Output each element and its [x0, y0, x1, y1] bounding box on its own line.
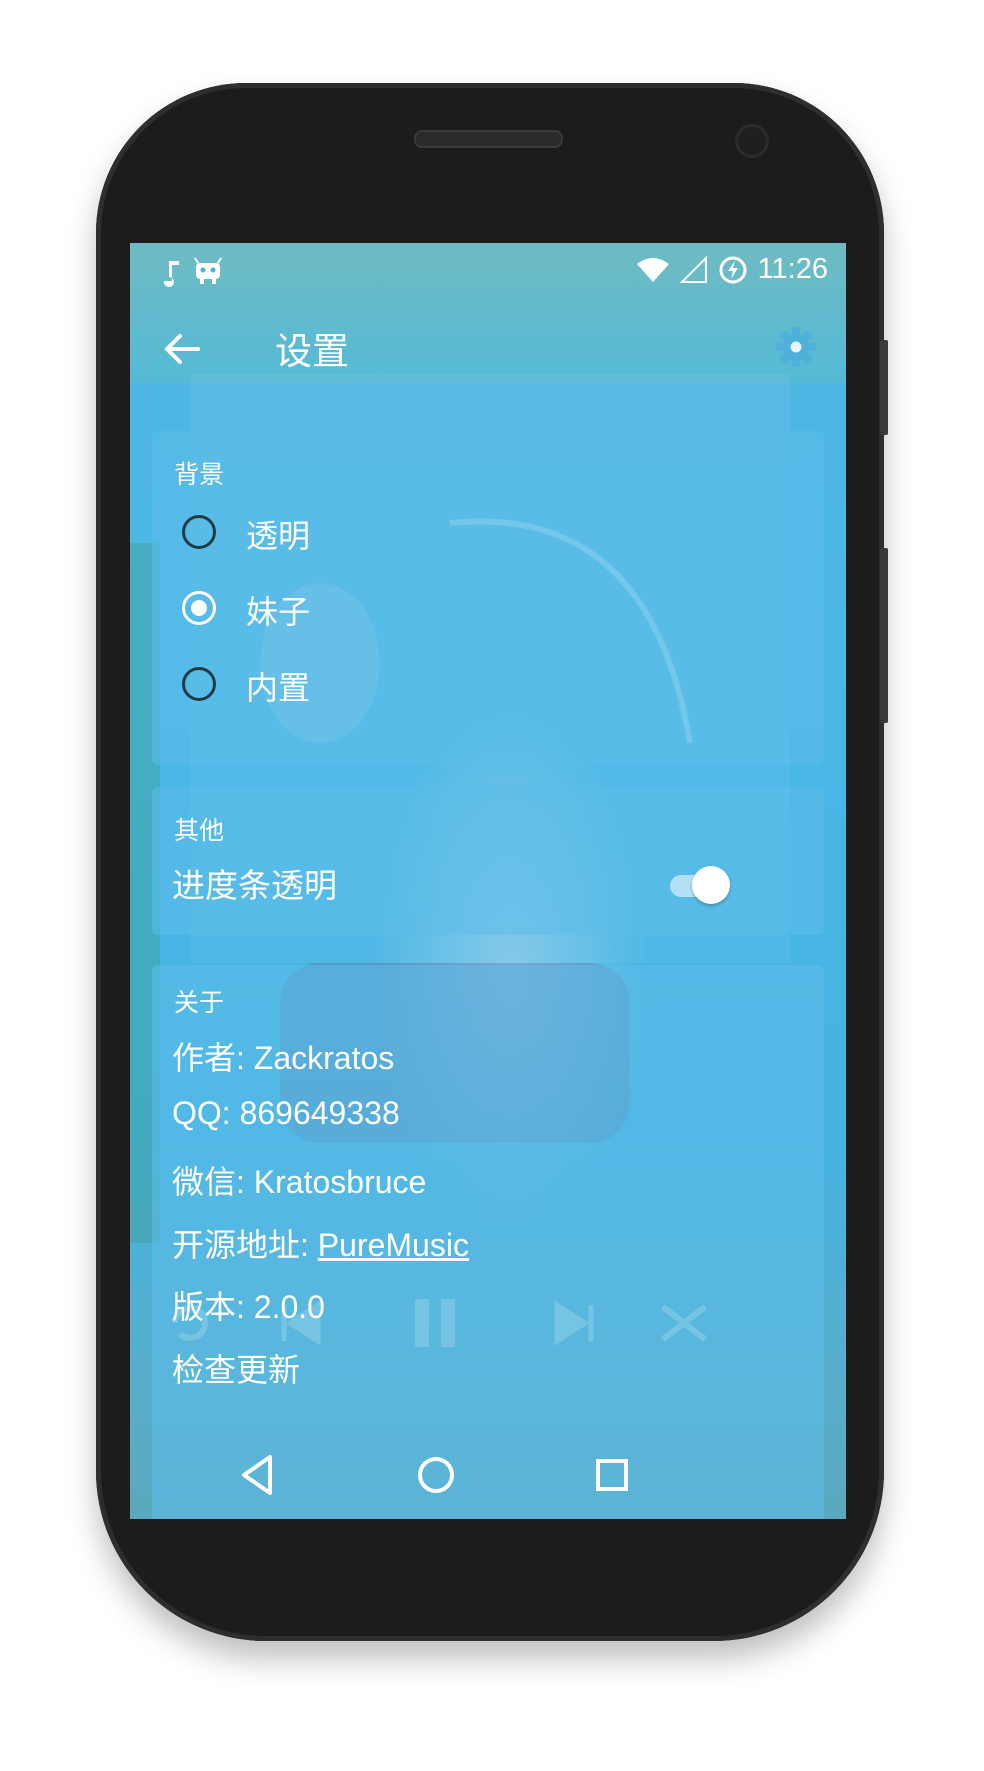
section-label-about: 关于	[174, 988, 225, 1017]
recents-square-icon[interactable]	[588, 1451, 636, 1499]
radio-option-girl[interactable]: 妹子	[152, 577, 824, 647]
power-button	[880, 548, 888, 723]
other-settings-card: 其他 进度条透明	[152, 787, 824, 935]
radio-label: 透明	[246, 517, 311, 555]
cyanogen-bot-icon	[194, 257, 222, 284]
radio-option-builtin[interactable]: 内置	[152, 653, 824, 723]
source-link[interactable]: PureMusic	[318, 1227, 469, 1263]
toolbar: 设置	[130, 299, 846, 399]
progress-transparent-label: 进度条透明	[172, 866, 337, 905]
progress-transparent-row[interactable]: 进度条透明	[152, 849, 824, 919]
progress-transparent-switch-thumb[interactable]	[692, 866, 730, 904]
home-circle-icon[interactable]	[412, 1451, 460, 1499]
navigation-bar	[130, 1431, 846, 1519]
back-triangle-icon[interactable]	[234, 1451, 282, 1499]
page-title: 设置	[275, 330, 349, 373]
radio-label: 妹子	[246, 593, 311, 631]
screen: 11:26 设置 背景 透明 妹子 内置 其他 进度条透明 关于 作者: Zac…	[130, 243, 846, 1519]
previous-icon	[281, 1300, 321, 1346]
source-text: 开源地址: PureMusic	[172, 1220, 469, 1266]
next-icon	[554, 1300, 594, 1346]
shuffle-icon	[661, 1304, 707, 1342]
radio-label: 内置	[246, 669, 311, 707]
arrow-left-icon[interactable]	[158, 325, 206, 373]
author-text: 作者: Zackratos	[172, 1040, 395, 1076]
volume-button	[880, 340, 888, 435]
gear-icon[interactable]	[772, 323, 820, 371]
section-label-background: 背景	[174, 460, 225, 489]
music-note-icon	[163, 257, 222, 287]
repeat-icon	[171, 1304, 208, 1341]
status-bar: 11:26	[130, 243, 846, 299]
status-time: 11:26	[757, 253, 828, 285]
qq-text: QQ: 869649338	[172, 1095, 400, 1131]
signal-icon	[679, 255, 707, 283]
radio-button[interactable]	[182, 515, 216, 549]
radio-button-checked[interactable]	[182, 591, 216, 625]
status-right-icons: 11:26	[636, 253, 828, 286]
wechat-text: 微信: Kratosbruce	[172, 1164, 427, 1200]
front-camera	[735, 124, 769, 158]
background-settings-card: 背景 透明 妹子 内置	[152, 431, 824, 765]
battery-charging-icon	[719, 256, 747, 283]
radio-button[interactable]	[182, 667, 216, 701]
earpiece-speaker	[414, 130, 563, 148]
status-left-icons	[154, 255, 234, 294]
pause-icon	[415, 1299, 455, 1347]
section-label-other: 其他	[174, 816, 225, 845]
wifi-icon	[636, 257, 669, 282]
source-prefix: 开源地址:	[172, 1227, 318, 1263]
radio-option-transparent[interactable]: 透明	[152, 501, 824, 571]
